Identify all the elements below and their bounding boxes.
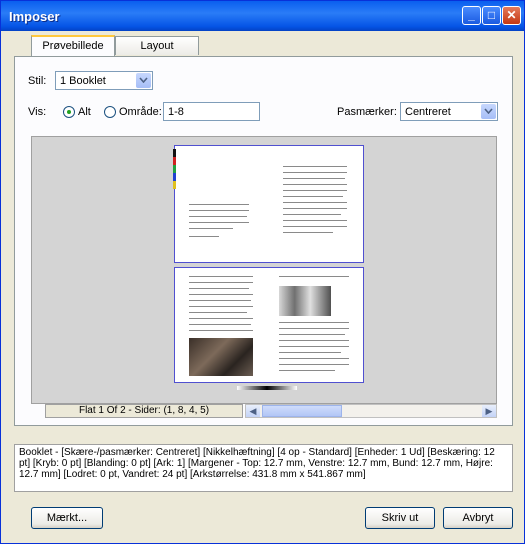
text-line — [189, 294, 253, 295]
cancel-button[interactable]: Avbryt — [443, 507, 513, 529]
sheet-bottom — [174, 267, 364, 383]
text-line — [283, 208, 347, 209]
minimize-icon: _ — [468, 8, 475, 22]
scroll-thumb[interactable] — [262, 405, 342, 417]
text-line — [189, 312, 247, 313]
text-line — [279, 340, 349, 341]
style-select[interactable]: 1 Booklet — [55, 71, 153, 90]
text-line — [189, 288, 249, 289]
text-line — [279, 358, 349, 359]
view-range-label: Område: — [119, 106, 162, 118]
sheet-info: Flat 1 Of 2 - Sider: (1, 8, 4, 5) — [45, 404, 243, 418]
text-line — [279, 328, 349, 329]
text-line — [283, 226, 347, 227]
text-line — [189, 204, 249, 205]
window-title: Imposer — [9, 9, 60, 24]
title-bar[interactable]: Imposer _ □ ✕ — [1, 1, 524, 31]
style-value: 1 Booklet — [60, 75, 106, 87]
text-line — [283, 178, 345, 179]
minimize-button[interactable]: _ — [462, 6, 481, 25]
maximize-icon: □ — [487, 8, 496, 22]
text-line — [279, 276, 349, 277]
marks-value: Centreret — [405, 106, 451, 118]
close-button[interactable]: ✕ — [502, 6, 521, 25]
imposer-window: Imposer _ □ ✕ Prøvebillede Layout Stil: … — [0, 0, 525, 544]
text-line — [189, 210, 249, 211]
range-input[interactable]: 1-8 — [163, 102, 260, 121]
tab-preview[interactable]: Prøvebillede — [31, 35, 115, 56]
text-line — [279, 322, 349, 323]
text-line — [283, 202, 347, 203]
text-line — [189, 330, 253, 331]
text-line — [189, 300, 251, 301]
text-line — [279, 364, 349, 365]
close-icon: ✕ — [506, 8, 517, 22]
gradient-strip — [237, 386, 297, 390]
sheet-top — [173, 145, 364, 263]
text-line — [283, 220, 347, 221]
view-range-radio[interactable] — [104, 106, 116, 118]
marks-select[interactable]: Centreret — [400, 102, 498, 121]
print-button[interactable]: Skriv ut — [365, 507, 435, 529]
text-line — [189, 318, 253, 319]
photo-image — [189, 338, 253, 376]
text-line — [189, 216, 247, 217]
tab-layout[interactable]: Layout — [115, 36, 199, 55]
scroll-left-icon[interactable]: ◀ — [246, 405, 260, 417]
text-line — [189, 306, 253, 307]
photo-image — [279, 286, 331, 316]
view-label: Vis: — [28, 106, 47, 118]
horizontal-scrollbar[interactable]: ◀ ▶ — [245, 404, 497, 418]
range-value: 1-8 — [168, 106, 184, 118]
text-line — [279, 352, 341, 353]
text-line — [279, 370, 335, 371]
text-line — [283, 184, 347, 185]
scroll-right-icon[interactable]: ▶ — [482, 405, 496, 417]
view-all-label: Alt — [78, 106, 91, 118]
preview-status-bar: Flat 1 Of 2 - Sider: (1, 8, 4, 5) ◀ ▶ — [45, 404, 497, 418]
chevron-down-icon — [136, 73, 151, 88]
text-line — [283, 214, 341, 215]
text-line — [189, 222, 249, 223]
text-line — [279, 334, 345, 335]
maximize-button[interactable]: □ — [482, 6, 501, 25]
text-line — [283, 172, 347, 173]
color-bar — [173, 149, 176, 189]
chevron-down-icon — [481, 104, 496, 119]
text-line — [279, 346, 349, 347]
marks-button[interactable]: Mærkt... — [31, 507, 103, 529]
view-all-radio[interactable] — [63, 106, 75, 118]
style-label: Stil: — [28, 75, 47, 87]
settings-summary: Booklet - [Skære-/pasmærker: Centreret] … — [14, 444, 513, 492]
text-line — [283, 166, 347, 167]
text-line — [189, 276, 253, 277]
text-line — [283, 196, 343, 197]
text-line — [189, 282, 253, 283]
marks-label: Pasmærker: — [337, 106, 397, 118]
text-line — [283, 190, 347, 191]
text-line — [189, 324, 251, 325]
text-line — [189, 228, 233, 229]
text-line — [283, 232, 333, 233]
preview-area[interactable] — [31, 136, 497, 404]
text-line — [189, 236, 219, 237]
